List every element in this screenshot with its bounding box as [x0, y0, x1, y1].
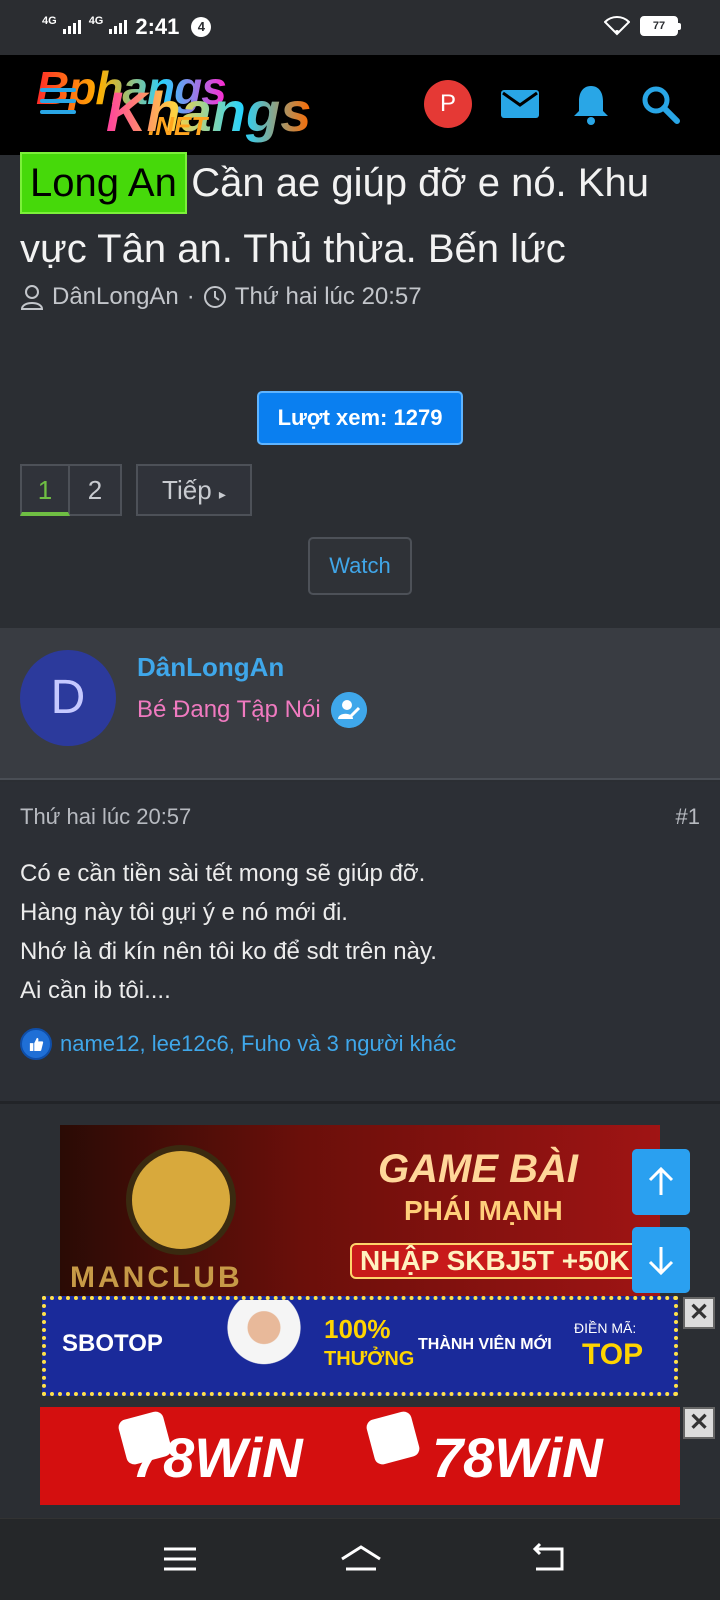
close-ad-button[interactable]: ✕ — [683, 1407, 715, 1439]
post-body: Có e cần tiền sài tết mong sẽ giúp đỡ. H… — [20, 854, 437, 1010]
close-ad-button[interactable]: ✕ — [683, 1297, 715, 1329]
clock-icon — [203, 286, 226, 308]
ad-banner-78win[interactable]: 78WiN 78WiN — [40, 1407, 680, 1505]
user-badge-icon — [330, 692, 367, 728]
page-2-button[interactable]: 2 — [70, 464, 122, 516]
ad-model-image — [216, 1300, 312, 1392]
signal-icon — [62, 20, 81, 34]
dice-icon — [364, 1409, 422, 1467]
pagination: 1 2 Tiếp ▸ — [20, 464, 252, 516]
ad-sbo-percent: 100% — [324, 1314, 391, 1344]
notification-count-badge: 4 — [191, 17, 212, 37]
ad-78win-left: 78WiN — [132, 1426, 303, 1489]
thread-title: Long An Cần ae giúp đỡ e nó. Khu vực Tân… — [20, 150, 700, 282]
battery-icon: 77 — [640, 16, 681, 36]
system-nav-bar — [0, 1518, 720, 1600]
thread-date[interactable]: Thứ hai lúc 20:57 — [235, 283, 422, 311]
post-line: Hàng này tôi gựi ý e nó mới đi. — [20, 899, 348, 926]
casino-chip-icon — [126, 1145, 236, 1255]
next-page-button[interactable]: Tiếp ▸ — [136, 464, 252, 516]
ad-subheadline: PHÁI MẠNH — [404, 1195, 563, 1226]
ad-sbo-member: THÀNH VIÊN MỚI — [418, 1336, 552, 1353]
clock: 2:41 — [135, 14, 180, 39]
scroll-to-bottom-button[interactable] — [632, 1227, 690, 1293]
user-name[interactable]: DânLongAn — [137, 652, 284, 683]
logo-text-net: .NET — [148, 111, 208, 141]
next-page-label: Tiếp — [162, 475, 212, 505]
like-icon — [20, 1028, 52, 1060]
site-logo[interactable]: Bphangs Khangs .NET — [36, 61, 386, 151]
post-line: Có e cần tiền sài tết mong sẽ giúp đỡ. — [20, 860, 426, 887]
user-avatar[interactable]: D — [20, 650, 116, 746]
reactions-bar[interactable]: name12, lee12c6, Fuho và 3 người khác — [20, 1028, 456, 1060]
reactions-text[interactable]: name12, lee12c6, Fuho và 3 người khác — [60, 1031, 456, 1057]
thread-meta: DânLongAn · Thứ hai lúc 20:57 — [20, 283, 422, 311]
post-number[interactable]: #1 — [676, 804, 700, 830]
back-icon[interactable] — [530, 1541, 570, 1577]
user-icon — [20, 285, 44, 310]
scroll-to-top-button[interactable] — [632, 1149, 690, 1215]
post-user-card: D DânLongAn Bé Đang Tập Nói — [0, 628, 720, 780]
view-count-badge: Lượt xem: 1279 — [257, 391, 463, 445]
watch-button[interactable]: Watch — [308, 537, 412, 595]
ad-headline: GAME BÀI — [378, 1147, 578, 1191]
ad-banner-sbotop[interactable]: SBOTOP 100% THƯỞNG THÀNH VIÊN MỚI ĐIỀN M… — [42, 1296, 678, 1396]
caret-right-icon: ▸ — [218, 486, 226, 502]
hamburger-menu-icon[interactable] — [40, 88, 76, 118]
post-date[interactable]: Thứ hai lúc 20:57 — [20, 804, 191, 830]
post-line: Ai cần ib tôi.... — [20, 977, 171, 1004]
ad-78win-right: 78WiN — [432, 1426, 603, 1489]
user-title-text: Bé Đang Tập Nói — [137, 696, 321, 723]
post-line: Nhớ là đi kín nên tôi ko để sdt trên này… — [20, 938, 437, 965]
ad-sbo-bonus: THƯỞNG — [324, 1348, 415, 1370]
status-bar: 4G 4G 2:41 4 77 — [0, 0, 720, 55]
meta-separator: · — [186, 283, 195, 310]
post: Thứ hai lúc 20:57 #1 Có e cần tiền sài t… — [0, 782, 720, 1104]
ad-brand: MANCLUB — [70, 1261, 243, 1294]
network-type-2: 4G — [88, 15, 104, 27]
recent-apps-icon[interactable] — [160, 1541, 200, 1577]
ad-code: NHẬP SKBJ5T +50K — [350, 1243, 640, 1279]
network-type-1: 4G — [42, 15, 57, 27]
user-title: Bé Đang Tập Nói — [137, 692, 367, 728]
wifi-icon — [604, 16, 630, 36]
logo-text-bottom: Khangs — [106, 80, 312, 143]
thread-author[interactable]: DânLongAn — [52, 283, 179, 311]
thread-prefix-label[interactable]: Long An — [20, 152, 187, 214]
signal-icon-2 — [109, 20, 128, 34]
mail-icon[interactable] — [497, 81, 543, 127]
ad-sbo-brand: SBOTOP — [62, 1330, 163, 1357]
ad-banner-gamebai[interactable]: GAME BÀI PHÁI MẠNH NHẬP SKBJ5T +50K MANC… — [60, 1125, 660, 1297]
site-header: Bphangs Khangs .NET P — [0, 55, 720, 155]
page-1-button[interactable]: 1 — [20, 464, 70, 516]
bell-icon[interactable] — [568, 81, 614, 127]
ad-sbo-code: TOP — [582, 1338, 644, 1371]
account-avatar[interactable]: P — [424, 80, 472, 128]
home-icon[interactable] — [338, 1541, 384, 1577]
ad-sbo-code-label: ĐIỀN MÃ: — [574, 1320, 637, 1336]
search-icon[interactable] — [637, 81, 683, 127]
